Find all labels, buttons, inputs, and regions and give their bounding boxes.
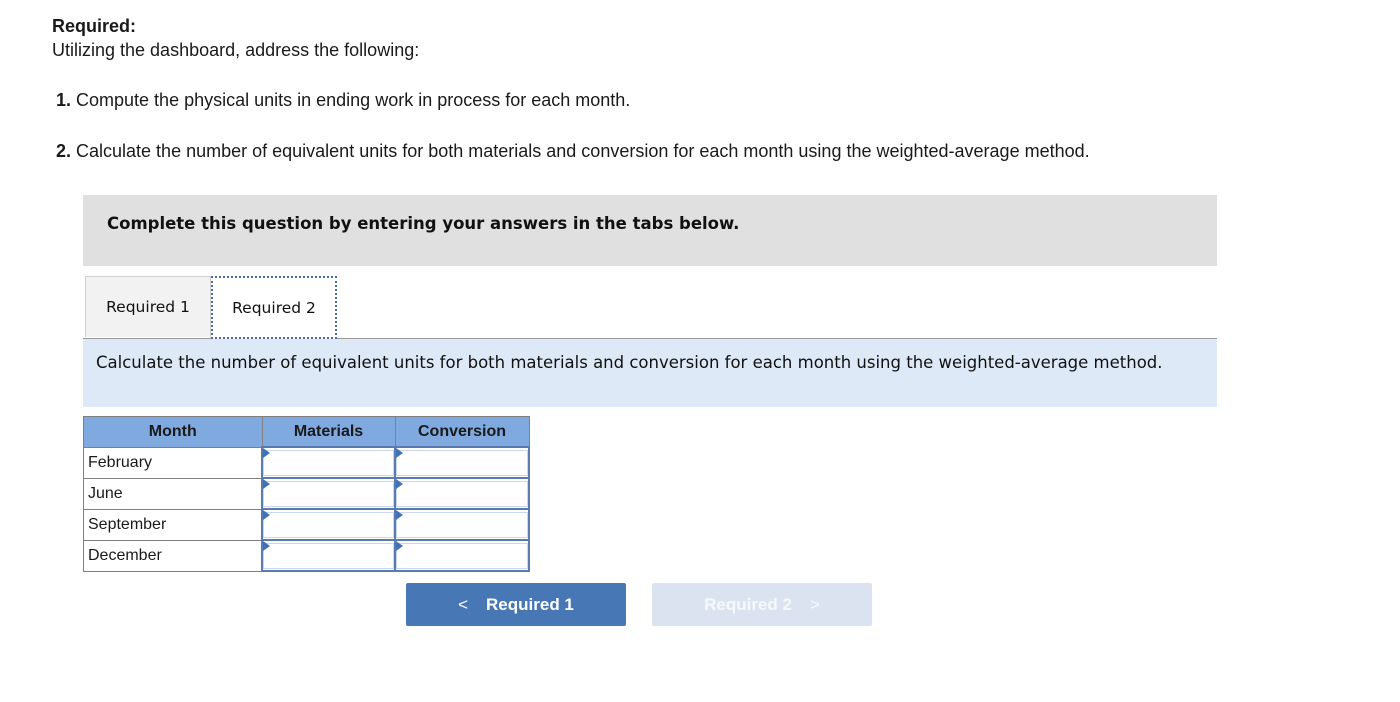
prev-button-label: Required 1: [486, 595, 574, 614]
conversion-input-december[interactable]: [396, 542, 528, 569]
question-text: Calculate the number of equivalent units…: [71, 141, 1090, 161]
month-label: September: [83, 508, 263, 541]
banner-text: Complete this question by entering your …: [107, 214, 740, 233]
materials-input-february[interactable]: [263, 449, 394, 476]
tab-bar: Required 1 Required 2: [83, 276, 1217, 339]
instructions-banner: Complete this question by entering your …: [83, 195, 1217, 266]
column-header-materials: Materials: [261, 416, 396, 448]
materials-cell: [261, 477, 396, 510]
table-row: September: [83, 508, 530, 541]
conversion-input-september[interactable]: [396, 511, 528, 538]
previous-required-1-button[interactable]: < Required 1: [406, 583, 626, 626]
table-row: June: [83, 477, 530, 510]
month-label: December: [83, 539, 263, 572]
materials-input-december[interactable]: [263, 542, 394, 569]
month-label: February: [83, 446, 263, 479]
materials-cell: [261, 539, 396, 572]
question-1: 1. Compute the physical units in ending …: [56, 90, 630, 111]
table-row: December: [83, 539, 530, 572]
question-2: 2. Calculate the number of equivalent un…: [56, 141, 1090, 162]
equivalent-units-table: Month Materials Conversion February June…: [83, 416, 530, 572]
conversion-cell: [394, 539, 530, 572]
intro-text: Utilizing the dashboard, address the fol…: [52, 40, 420, 60]
conversion-cell: [394, 477, 530, 510]
next-button-label: Required 2: [704, 595, 792, 614]
materials-cell: [261, 508, 396, 541]
tab-instruction-panel: Calculate the number of equivalent units…: [83, 339, 1217, 407]
table-row: February: [83, 446, 530, 479]
materials-input-june[interactable]: [263, 480, 394, 507]
conversion-input-february[interactable]: [396, 449, 528, 476]
conversion-cell: [394, 446, 530, 479]
tab-required-2[interactable]: Required 2: [211, 276, 337, 339]
chevron-right-icon: >: [809, 595, 820, 614]
column-header-month: Month: [83, 416, 263, 448]
table-header-row: Month Materials Conversion: [83, 416, 530, 448]
month-label: June: [83, 477, 263, 510]
column-header-conversion: Conversion: [394, 416, 530, 448]
question-number: 1.: [56, 90, 72, 110]
chevron-left-icon: <: [458, 595, 469, 614]
conversion-input-june[interactable]: [396, 480, 528, 507]
tab-required-1[interactable]: Required 1: [85, 276, 211, 337]
materials-cell: [261, 446, 396, 479]
materials-input-september[interactable]: [263, 511, 394, 538]
next-required-2-button[interactable]: Required 2 >: [652, 583, 872, 626]
question-number: 2.: [56, 141, 72, 161]
conversion-cell: [394, 508, 530, 541]
question-text: Compute the physical units in ending wor…: [71, 90, 631, 110]
required-heading: Required:: [52, 16, 137, 36]
tab-instruction-text: Calculate the number of equivalent units…: [96, 353, 1163, 372]
